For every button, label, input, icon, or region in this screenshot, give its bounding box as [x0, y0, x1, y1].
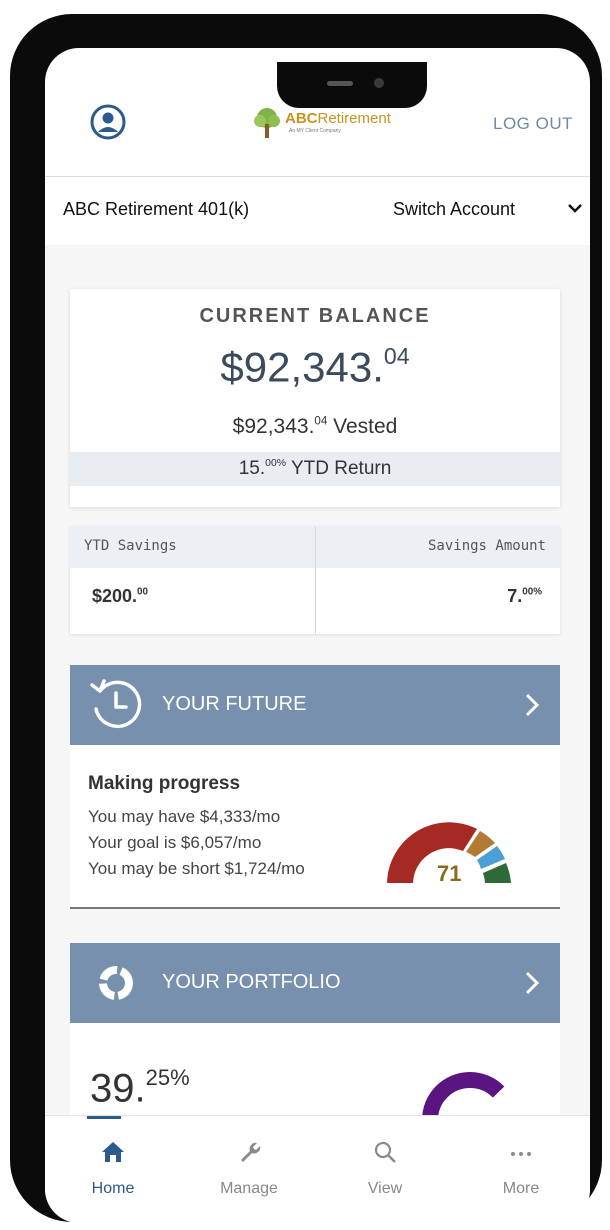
profile-avatar-icon[interactable]: [90, 104, 126, 140]
logo-brand-bold: ABC: [285, 110, 318, 127]
tab-home-label: Home: [91, 1180, 135, 1197]
speaker-icon: [327, 81, 353, 86]
savings-amount-main: 7.: [507, 586, 523, 606]
logo-tagline: An MY Client Company: [289, 128, 341, 134]
vested-cents: 04: [314, 415, 328, 428]
switch-account-button[interactable]: Switch Account: [393, 199, 582, 220]
balance-amount-main: $92,343.: [220, 343, 384, 391]
tab-manage-label: Manage: [220, 1180, 278, 1197]
progress-status: Making progress: [88, 773, 241, 794]
bottom-tab-bar: Home Manage View More: [45, 1115, 590, 1223]
savings-amount-decimals: 00%: [522, 586, 542, 598]
switch-account-label: Switch Account: [393, 199, 516, 219]
ytd-savings-value: $200.00: [92, 586, 148, 607]
dashboard-content: CURRENT BALANCE $92,343.04 $92,343.04 Ve…: [45, 245, 590, 1168]
tab-more[interactable]: More: [453, 1116, 589, 1223]
ytd-savings-main: $200.: [92, 586, 138, 606]
wrench-icon: [181, 1140, 317, 1169]
income-shortfall: You may be short $1,724/mo: [88, 859, 305, 878]
tab-manage[interactable]: Manage: [181, 1116, 317, 1223]
vested-main: $92,343.: [232, 415, 315, 438]
vested-amount: $92,343.04 Vested: [70, 415, 560, 439]
your-future-title: YOUR FUTURE: [162, 693, 307, 715]
your-portfolio-header[interactable]: YOUR PORTFOLIO: [70, 943, 560, 1023]
ytd-savings-cents: 00: [137, 586, 149, 598]
account-name: ABC Retirement 401(k): [63, 199, 250, 219]
phone-notch: [277, 62, 427, 108]
savings-amount-value: 7.00%: [507, 586, 542, 607]
balance-amount: $92,343.04: [70, 343, 560, 391]
vested-suffix: Vested: [327, 415, 398, 438]
ytd-return-main: 15.: [238, 458, 266, 479]
your-future-card[interactable]: Making progress You may have $4,333/mo Y…: [70, 745, 560, 909]
portfolio-pct-main: 39.: [90, 1066, 146, 1111]
account-bar: ABC Retirement 401(k) Switch Account: [45, 176, 590, 246]
your-future-header[interactable]: YOUR FUTURE: [70, 665, 560, 745]
tab-home[interactable]: Home: [45, 1116, 181, 1223]
clock-history-icon: [90, 679, 142, 729]
logo-brand-text: ABCRetirement: [285, 110, 391, 127]
camera-icon: [374, 78, 384, 88]
your-portfolio-card[interactable]: 39.25%: [70, 1023, 560, 1168]
logout-button[interactable]: LOG OUT: [493, 114, 573, 134]
company-logo: ABCRetirement An MY Client Company: [251, 106, 426, 146]
balance-label: CURRENT BALANCE: [199, 305, 431, 327]
search-icon: [317, 1140, 453, 1169]
app-screen: ABCRetirement An MY Client Company LOG O…: [45, 48, 590, 1223]
ytd-return: 15.00% YTD Return: [70, 458, 560, 480]
projected-income: You may have $4,333/mo: [88, 807, 281, 826]
portfolio-icon: [99, 966, 133, 1000]
tree-logo-icon: [254, 108, 280, 138]
portfolio-pct-decimals: 25%: [145, 1065, 190, 1090]
portfolio-percentage: 39.25%: [90, 1065, 190, 1112]
more-icon: [453, 1140, 589, 1169]
ytd-return-decimals: 00%: [265, 458, 287, 470]
tab-view-label: View: [367, 1180, 403, 1197]
chevron-down-icon: [568, 204, 582, 213]
ytd-return-suffix: YTD Return: [286, 458, 392, 479]
home-icon: [45, 1140, 181, 1169]
savings-amount-label: Savings Amount: [427, 538, 546, 554]
balance-card[interactable]: CURRENT BALANCE $92,343.04 $92,343.04 Ve…: [70, 289, 560, 507]
chevron-right-icon: [525, 693, 540, 717]
tab-view[interactable]: View: [317, 1116, 453, 1223]
tab-more-label: More: [502, 1180, 540, 1197]
ytd-savings-label: YTD Savings: [84, 538, 177, 554]
savings-divider: [315, 526, 316, 634]
income-goal: Your goal is $6,057/mo: [88, 833, 262, 852]
gauge-score: 71: [437, 861, 461, 886]
chevron-right-icon: [525, 971, 540, 995]
savings-card[interactable]: YTD Savings Savings Amount $200.00 7.00%: [70, 526, 560, 634]
retirement-score-gauge: 71: [387, 822, 511, 886]
gauge-red-segment: [387, 822, 477, 883]
your-portfolio-title: YOUR PORTFOLIO: [162, 971, 341, 993]
balance-amount-cents: 04: [383, 343, 410, 369]
phone-frame: ABCRetirement An MY Client Company LOG O…: [10, 14, 602, 1223]
logo-brand-rest: Retirement: [317, 110, 391, 127]
